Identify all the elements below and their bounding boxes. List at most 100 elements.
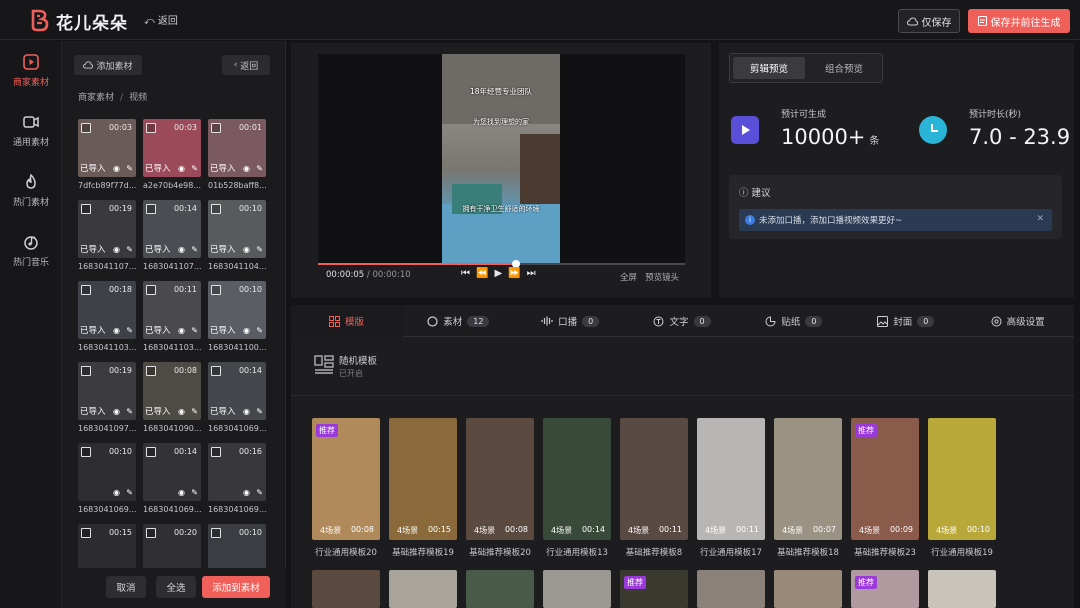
add-material-button[interactable]: 添加素材 (74, 55, 142, 75)
checkbox[interactable] (211, 447, 221, 457)
template-thumbnail[interactable]: 4场景 00:14 (543, 418, 611, 540)
template-thumbnail[interactable]: 推荐 4场景 00:08 (312, 418, 380, 540)
checkbox[interactable] (146, 528, 156, 538)
eye-icon[interactable]: ◉ (113, 488, 120, 497)
material-thumbnail[interactable]: 00:08 已导入 ◉ ✎ (143, 362, 201, 420)
eye-icon[interactable]: ◉ (243, 488, 250, 497)
template-card[interactable] (774, 570, 842, 608)
pencil-icon[interactable]: ✎ (191, 488, 198, 497)
tab-combo-preview[interactable]: 组合预览 (808, 57, 880, 79)
material-thumbnail[interactable]: 00:03 已导入 ◉ ✎ (143, 119, 201, 177)
checkbox[interactable] (211, 285, 221, 295)
eye-icon[interactable]: ◉ (178, 164, 185, 173)
template-card[interactable]: 推荐 (851, 570, 919, 608)
tab-sticker[interactable]: 贴纸 0 (738, 305, 849, 337)
fast-forward-icon[interactable]: ⏩ (508, 268, 526, 279)
template-card[interactable]: 推荐 4场景 00:08 行业通用模板20 (312, 418, 380, 558)
checkbox[interactable] (146, 447, 156, 457)
template-card[interactable]: 推荐 (620, 570, 688, 608)
select-all-button[interactable]: 全选 (156, 576, 196, 598)
nav-item-hot-music[interactable]: 热门音乐 (0, 233, 62, 283)
pencil-icon[interactable]: ✎ (256, 164, 263, 173)
skip-back-icon[interactable]: ⏮ (461, 268, 476, 279)
video-progress-bar[interactable] (318, 260, 685, 268)
template-thumbnail[interactable]: 4场景 00:07 (774, 418, 842, 540)
checkbox[interactable] (146, 204, 156, 214)
pencil-icon[interactable]: ✎ (256, 488, 263, 497)
eye-icon[interactable]: ◉ (178, 488, 185, 497)
material-thumbnail[interactable]: 00:16 ◉ ✎ (208, 443, 266, 501)
template-card[interactable] (543, 570, 611, 608)
play-icon[interactable]: ▶ (494, 268, 508, 279)
eye-icon[interactable]: ◉ (113, 164, 120, 173)
checkbox[interactable] (81, 366, 91, 376)
tab-advanced-settings[interactable]: 高级设置 (962, 305, 1073, 337)
template-card[interactable] (697, 570, 765, 608)
save-and-generate-button[interactable]: 保存并前往生成 (968, 9, 1070, 33)
pencil-icon[interactable]: ✎ (126, 245, 133, 254)
tab-template[interactable]: 模版 (291, 305, 402, 337)
material-thumbnail[interactable]: 00:03 已导入 ◉ ✎ (78, 119, 136, 177)
eye-icon[interactable]: ◉ (178, 326, 185, 335)
material-item[interactable]: 00:19 已导入 ◉ ✎ 1683041107... (78, 200, 136, 271)
pencil-icon[interactable]: ✎ (126, 407, 133, 416)
material-item[interactable]: 00:16 ◉ ✎ 1683041069... (208, 443, 266, 514)
close-icon[interactable]: ✕ (1036, 214, 1044, 224)
template-card[interactable] (466, 570, 534, 608)
back-button[interactable]: ⤺ 返回 (144, 12, 178, 27)
rewind-icon[interactable]: ⏪ (476, 268, 494, 279)
material-item[interactable]: 00:01 已导入 ◉ ✎ 01b528baff8... (208, 119, 266, 190)
material-thumbnail[interactable]: 00:11 已导入 ◉ ✎ (143, 281, 201, 339)
material-item[interactable]: 00:10 已导入 ◉ ✎ 1683041104... (208, 200, 266, 271)
eye-icon[interactable]: ◉ (243, 326, 250, 335)
random-template-option[interactable]: 随机模板 已开启 (314, 355, 377, 378)
checkbox[interactable] (211, 366, 221, 376)
eye-icon[interactable]: ◉ (178, 245, 185, 254)
tab-material[interactable]: 素材 12 (403, 305, 514, 337)
pencil-icon[interactable]: ✎ (256, 407, 263, 416)
material-item[interactable]: 00:03 已导入 ◉ ✎ a2e70b4e98... (143, 119, 201, 190)
material-thumbnail[interactable]: 00:10 ◉ ✎ (78, 443, 136, 501)
pencil-icon[interactable]: ✎ (191, 326, 198, 335)
tab-edit-preview[interactable]: 剪辑预览 (733, 57, 805, 79)
template-card[interactable]: 4场景 00:07 基础推荐模板18 (774, 418, 842, 558)
material-item[interactable]: 00:08 已导入 ◉ ✎ 1683041090... (143, 362, 201, 433)
eye-icon[interactable]: ◉ (113, 407, 120, 416)
template-thumbnail[interactable]: 4场景 00:10 (928, 418, 996, 540)
nav-item-hot-material[interactable]: 热门素材 (0, 173, 62, 223)
pencil-icon[interactable]: ✎ (191, 164, 198, 173)
material-item[interactable]: 00:14 已导入 ◉ ✎ 1683041107... (143, 200, 201, 271)
eye-icon[interactable]: ◉ (243, 245, 250, 254)
material-item[interactable]: 00:11 已导入 ◉ ✎ 1683041103... (143, 281, 201, 352)
checkbox[interactable] (81, 123, 91, 133)
eye-icon[interactable]: ◉ (178, 407, 185, 416)
pencil-icon[interactable]: ✎ (126, 164, 133, 173)
eye-icon[interactable]: ◉ (243, 164, 250, 173)
save-only-button[interactable]: 仅保存 (898, 9, 960, 33)
pencil-icon[interactable]: ✎ (126, 488, 133, 497)
template-card[interactable]: 4场景 00:15 基础推荐模板19 (389, 418, 457, 558)
template-card[interactable]: 4场景 00:11 基础推荐模板8 (620, 418, 688, 558)
template-thumbnail[interactable]: 4场景 00:11 (620, 418, 688, 540)
eye-icon[interactable]: ◉ (113, 245, 120, 254)
template-card[interactable]: 4场景 00:10 行业通用模板19 (928, 418, 996, 558)
pencil-icon[interactable]: ✎ (191, 407, 198, 416)
video-player[interactable]: 18年经营专业团队 为您找到理想的家 拥有干净卫生舒适的环境 (318, 54, 685, 264)
checkbox[interactable] (146, 123, 156, 133)
template-thumbnail[interactable]: 4场景 00:08 (466, 418, 534, 540)
cancel-button[interactable]: 取消 (106, 576, 146, 598)
nav-item-general-material[interactable]: 通用素材 (0, 113, 62, 163)
template-card[interactable]: 4场景 00:11 行业通用模板17 (697, 418, 765, 558)
pencil-icon[interactable]: ✎ (256, 326, 263, 335)
material-item[interactable]: 00:10 ◉ ✎ 1683041069... (78, 443, 136, 514)
template-thumbnail[interactable]: 推荐 4场景 00:09 (851, 418, 919, 540)
template-card[interactable] (389, 570, 457, 608)
material-thumbnail[interactable]: 00:14 已导入 ◉ ✎ (143, 200, 201, 258)
progress-knob[interactable] (512, 260, 521, 268)
template-card[interactable]: 4场景 00:14 行业通用模板13 (543, 418, 611, 558)
eye-icon[interactable]: ◉ (113, 326, 120, 335)
template-card[interactable]: 4场景 00:08 基础推荐模板20 (466, 418, 534, 558)
material-item[interactable]: 00:18 已导入 ◉ ✎ 1683041103... (78, 281, 136, 352)
material-thumbnail[interactable]: 00:10 已导入 ◉ ✎ (208, 281, 266, 339)
material-item[interactable]: 00:19 已导入 ◉ ✎ 1683041097... (78, 362, 136, 433)
